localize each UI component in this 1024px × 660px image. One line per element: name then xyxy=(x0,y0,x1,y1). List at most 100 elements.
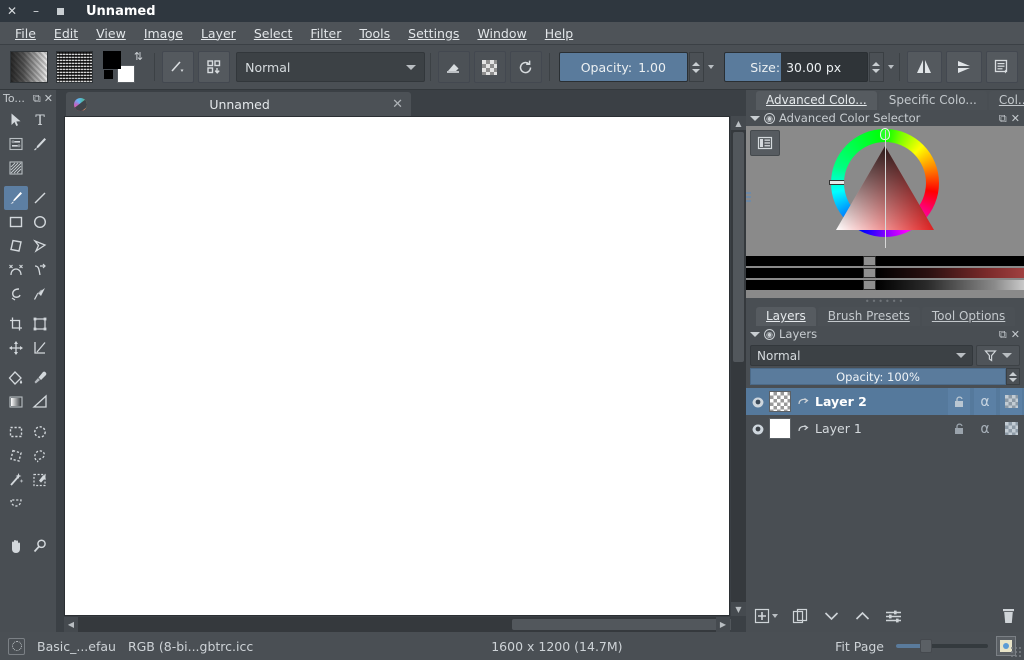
canvas-drawing-surface[interactable] xyxy=(64,116,730,616)
vertical-scroll-thumb[interactable] xyxy=(733,132,744,362)
move-layer-down-button[interactable] xyxy=(823,609,840,623)
tool-bezier-curve[interactable] xyxy=(4,258,28,282)
add-layer-button[interactable] xyxy=(754,608,778,624)
window-minimize-button[interactable]: – xyxy=(24,0,48,22)
layer-opacity-slider[interactable]: Opacity: 100% xyxy=(750,368,1006,385)
float-icon[interactable]: ⧉ xyxy=(33,93,41,104)
tab-specific-color-selector[interactable]: Specific Colo... xyxy=(878,91,987,110)
preserve-alpha-button[interactable] xyxy=(473,51,506,83)
layer-filter-button[interactable] xyxy=(976,345,1020,366)
layer-style-icon[interactable] xyxy=(795,395,811,408)
spin-up-icon[interactable] xyxy=(692,61,701,66)
tool-bezier-selection[interactable] xyxy=(4,492,28,516)
mirror-vertical-button[interactable] xyxy=(946,51,983,83)
tool-magic-wand-selection[interactable] xyxy=(4,468,28,492)
strip-handle-icon[interactable] xyxy=(863,256,876,266)
color-strip-row[interactable] xyxy=(746,268,1024,278)
layer-style-icon[interactable] xyxy=(795,422,811,435)
color-strip-row[interactable] xyxy=(746,256,1024,266)
pattern-preview-button[interactable] xyxy=(55,51,94,83)
tool-similar-color-selection[interactable] xyxy=(28,468,52,492)
zoom-slider[interactable] xyxy=(896,639,988,653)
float-icon[interactable]: ⧉ xyxy=(999,329,1007,340)
collapse-triangle-icon[interactable] xyxy=(750,331,760,337)
menu-window[interactable]: Window xyxy=(468,23,535,44)
foreground-color-swatch[interactable] xyxy=(103,51,122,69)
window-resize-grip[interactable] xyxy=(1010,646,1022,658)
tool-calligraphy[interactable] xyxy=(28,132,52,156)
tool-text[interactable]: T xyxy=(28,108,52,132)
menu-help[interactable]: Help xyxy=(536,23,583,44)
window-close-button[interactable]: ✕ xyxy=(0,0,24,22)
gradient-preview-button[interactable] xyxy=(10,51,48,83)
reset-colors-icon[interactable] xyxy=(104,70,114,79)
size-options-chevron-icon[interactable] xyxy=(887,65,894,69)
duplicate-layer-button[interactable] xyxy=(792,608,809,625)
workspace-chooser-button[interactable] xyxy=(986,51,1019,83)
tool-freehand-selection[interactable] xyxy=(28,444,52,468)
tool-multibrush[interactable] xyxy=(28,282,52,306)
layer-thumbnail[interactable] xyxy=(769,391,791,412)
brush-preset-indicator[interactable] xyxy=(8,637,25,655)
tab-layers[interactable]: Layers xyxy=(756,307,816,326)
menu-layer[interactable]: Layer xyxy=(192,23,245,44)
tool-zoom[interactable] xyxy=(28,534,52,558)
layer-lock-toggle[interactable] xyxy=(948,388,970,415)
layer-alpha-toggle[interactable]: α xyxy=(974,415,996,442)
size-slider[interactable]: Size: 30.00 px xyxy=(723,52,868,82)
statusbar-zoom-label[interactable]: Fit Page xyxy=(835,639,884,654)
tab-tool-options[interactable]: Tool Options xyxy=(921,307,1016,326)
chevron-down-icon[interactable] xyxy=(772,614,778,618)
document-tab-unnamed[interactable]: Unnamed ✕ xyxy=(66,92,411,116)
layer-blending-mode-combobox[interactable]: Normal xyxy=(750,345,973,366)
blending-mode-combobox[interactable]: Normal xyxy=(236,52,425,82)
opacity-slider[interactable]: Opacity: 1.00 xyxy=(558,52,688,82)
advanced-color-selector-widget[interactable] xyxy=(746,126,1024,256)
layer-alpha-inherit-toggle[interactable] xyxy=(1000,388,1022,415)
tool-rectangle[interactable] xyxy=(4,210,28,234)
tool-gradient[interactable] xyxy=(4,390,28,414)
tool-crop[interactable] xyxy=(4,312,28,336)
menu-tools[interactable]: Tools xyxy=(350,23,399,44)
scroll-left-icon[interactable]: ◀ xyxy=(64,617,78,632)
mirror-horizontal-button[interactable] xyxy=(906,51,943,83)
strip-handle-icon[interactable] xyxy=(863,268,876,278)
layer-alpha-toggle[interactable]: α xyxy=(974,388,996,415)
spin-down-icon[interactable] xyxy=(692,68,701,73)
layer-row-layer-2[interactable]: Layer 2 α xyxy=(746,388,1024,415)
size-spinbox[interactable] xyxy=(868,52,884,82)
color-strip-row[interactable] xyxy=(746,280,1024,290)
menu-edit[interactable]: Edit xyxy=(45,23,87,44)
spin-down-icon[interactable] xyxy=(872,68,881,73)
swap-colors-icon[interactable]: ⇅ xyxy=(134,50,143,63)
scroll-up-icon[interactable]: ▲ xyxy=(731,116,746,130)
tool-polygonal-selection[interactable] xyxy=(4,444,28,468)
move-layer-up-button[interactable] xyxy=(854,609,871,623)
tool-line[interactable] xyxy=(28,186,52,210)
canvas-vertical-scrollbar[interactable]: ▲ ▼ xyxy=(731,116,746,616)
canvas-horizontal-scrollbar[interactable]: ◀ ▶ xyxy=(64,617,737,632)
foreground-background-color-widget[interactable]: ⇅ xyxy=(103,50,143,84)
layer-row-layer-1[interactable]: Layer 1 α xyxy=(746,415,1024,442)
layer-visibility-toggle[interactable] xyxy=(750,394,765,409)
tool-color-picker[interactable] xyxy=(28,366,52,390)
tool-dynamic-brush[interactable] xyxy=(4,282,28,306)
menu-image[interactable]: Image xyxy=(135,23,192,44)
close-icon[interactable]: ✕ xyxy=(44,93,53,104)
tool-gradient-edit[interactable] xyxy=(4,156,28,180)
layer-thumbnail[interactable] xyxy=(769,418,791,439)
dock-splitter-handle[interactable]: •••••• xyxy=(746,298,1024,306)
tool-pan[interactable] xyxy=(4,534,28,558)
menu-view[interactable]: View xyxy=(87,23,135,44)
close-icon[interactable]: ✕ xyxy=(392,97,403,112)
strip-handle-icon[interactable] xyxy=(863,280,876,290)
horizontal-scroll-thumb[interactable] xyxy=(512,619,737,630)
menu-select[interactable]: Select xyxy=(245,23,302,44)
tab-color-sliders[interactable]: Col... xyxy=(988,91,1024,110)
tool-perspective-grid[interactable] xyxy=(28,390,52,414)
layer-opacity-spinbox[interactable] xyxy=(1006,368,1020,385)
tool-polyline[interactable] xyxy=(28,234,52,258)
tool-edit-shapes[interactable] xyxy=(4,132,28,156)
tool-freehand-path[interactable] xyxy=(28,258,52,282)
tool-fill[interactable] xyxy=(4,366,28,390)
